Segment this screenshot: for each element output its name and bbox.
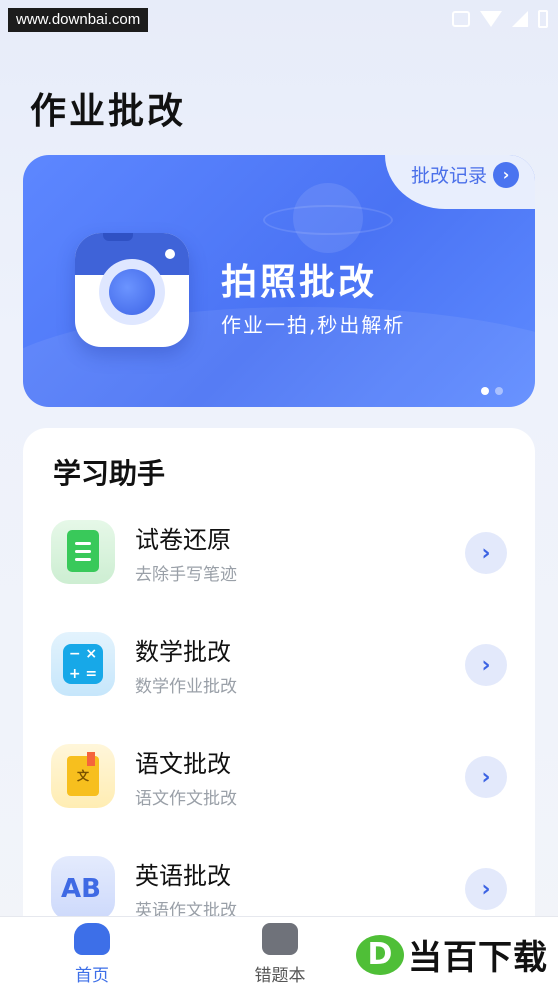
math-icon: − × + = (51, 632, 115, 696)
watermark-brand: D 当百下载 (356, 930, 548, 979)
chevron-right-icon: › (493, 161, 519, 188)
item-desc: 去除手写笔迹 (135, 565, 237, 585)
banner-subtitle: 作业一拍,秒出解析 (221, 313, 406, 337)
study-assistant-card: 学习助手 试卷还原 去除手写笔迹 › − × + = 数学批改 数学作业批改 › … (23, 428, 535, 948)
photo-correct-banner[interactable]: 批改记录 › 拍照批改 作业一拍,秒出解析 (23, 155, 535, 407)
banner-title: 拍照批改 (221, 262, 378, 303)
vibrate-icon (452, 11, 470, 27)
planet-decoration (293, 183, 363, 253)
chinese-book-icon: 文 (51, 744, 115, 808)
brand-text: 当百下载 (408, 938, 548, 978)
item-desc: 语文作文批改 (135, 789, 237, 809)
item-desc: 数学作业批改 (135, 677, 237, 697)
carousel-dot (495, 387, 503, 395)
item-label: 语文批改 (135, 750, 231, 778)
chevron-right-icon[interactable]: › (465, 868, 507, 910)
cellular-icon (512, 11, 528, 27)
chevron-right-icon[interactable]: › (465, 756, 507, 798)
carousel-dot-active (481, 387, 489, 395)
wrong-book-icon (262, 923, 298, 955)
item-label: 数学批改 (135, 638, 231, 666)
chevron-right-icon[interactable]: › (465, 532, 507, 574)
correction-record-link[interactable]: 批改记录 › (411, 161, 519, 188)
tab-label: 首页 (75, 966, 109, 986)
list-item-paper-restore[interactable]: 试卷还原 去除手写笔迹 › (23, 520, 535, 610)
brand-logo-icon: D (356, 934, 404, 975)
battery-icon (538, 10, 548, 28)
list-item-math[interactable]: − × + = 数学批改 数学作业批改 › (23, 632, 535, 722)
tab-wrong-questions[interactable]: 错题本 (230, 923, 330, 986)
camera-icon (75, 233, 189, 347)
status-bar (452, 10, 548, 28)
watermark-url: www.downbai.com (8, 8, 149, 32)
item-label: 英语批改 (135, 862, 231, 890)
chevron-right-icon[interactable]: › (465, 644, 507, 686)
section-heading: 学习助手 (53, 457, 166, 490)
carousel-indicator (481, 387, 503, 395)
correction-record-label: 批改记录 (410, 165, 487, 187)
item-label: 试卷还原 (135, 526, 231, 554)
paper-restore-icon (51, 520, 115, 584)
list-item-chinese[interactable]: 文 语文批改 语文作文批改 › (23, 744, 535, 834)
home-icon (74, 923, 110, 955)
wifi-icon (480, 11, 502, 27)
tab-home[interactable]: 首页 (42, 923, 142, 986)
page-title: 作业批改 (30, 91, 187, 132)
tab-label: 错题本 (254, 966, 306, 986)
english-ab-icon: AB (51, 856, 115, 920)
